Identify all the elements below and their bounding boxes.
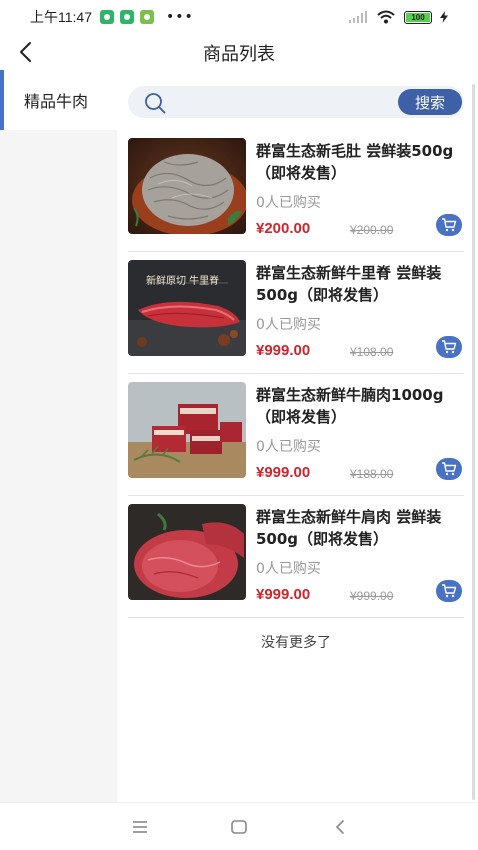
status-bar: 上午11:47 ••• 100 — [0, 0, 478, 34]
add-to-cart-button[interactable] — [436, 336, 462, 358]
battery-icon: 100 — [404, 10, 432, 24]
search-bar: 搜索 — [128, 86, 464, 118]
back-icon[interactable] — [330, 817, 350, 837]
product-original-price: ¥999.00 — [350, 589, 394, 603]
add-to-cart-button[interactable] — [436, 580, 462, 602]
search-icon — [145, 93, 166, 114]
list-end-text: 没有更多了 — [261, 635, 331, 651]
battery-level: 100 — [411, 12, 425, 22]
product-item[interactable]: 群富生态新毛肚 尝鲜装500g（即将发售） 0人已购买 ¥200.00 ¥200… — [128, 130, 464, 252]
active-indicator — [0, 70, 4, 130]
category-sidebar: 精品牛肉 — [0, 70, 117, 802]
product-image-chuck[interactable] — [128, 504, 246, 600]
product-title[interactable]: 群富生态新鲜牛腩肉1000g（即将发售） — [256, 384, 462, 428]
search-input[interactable] — [174, 90, 394, 114]
product-original-price: ¥200.00 — [350, 223, 394, 237]
product-original-price: ¥108.00 — [350, 345, 394, 359]
product-title[interactable]: 群富生态新毛肚 尝鲜装500g（即将发售） — [256, 140, 462, 184]
product-image-tenderloin[interactable]: 新鲜原切 牛里脊 — [128, 260, 246, 356]
notification-app-icon — [120, 10, 134, 24]
cart-icon — [442, 462, 457, 476]
search-button[interactable]: 搜索 — [398, 89, 462, 115]
page-title: 商品列表 — [203, 44, 275, 65]
product-price: ¥200.00 — [256, 220, 311, 237]
notification-app-icon — [100, 10, 114, 24]
product-sold-count: 0人已购买 — [256, 439, 321, 455]
product-title[interactable]: 群富生态新鲜牛里脊 尝鲜装 500g（即将发售） — [256, 262, 462, 306]
sidebar-item-premium-beef[interactable]: 精品牛肉 — [0, 70, 117, 130]
home-icon[interactable] — [229, 817, 249, 837]
signal-icon — [349, 11, 367, 23]
product-image-brisket[interactable] — [128, 382, 246, 478]
wifi-icon — [377, 10, 395, 24]
product-image-caption: 新鲜原切 牛里脊 — [146, 276, 220, 287]
status-time: 上午11:47 — [30, 9, 92, 25]
add-to-cart-button[interactable] — [436, 458, 462, 480]
product-item[interactable]: 群富生态新鲜牛肩肉 尝鲜装 500g（即将发售） 0人已购买 ¥999.00 ¥… — [128, 496, 464, 618]
download-notification-icon — [140, 10, 154, 24]
product-price: ¥999.00 — [256, 464, 311, 481]
product-original-price: ¥188.00 — [350, 467, 394, 481]
product-price: ¥999.00 — [256, 342, 311, 359]
product-sold-count: 0人已购买 — [256, 195, 321, 211]
cart-icon — [442, 584, 457, 598]
scrollbar[interactable] — [472, 84, 475, 800]
cart-icon — [442, 340, 457, 354]
product-item[interactable]: 新鲜原切 牛里脊 群富生态新鲜牛里脊 尝鲜装 500g（即将发售） 0人已购买 … — [128, 252, 464, 374]
product-item[interactable]: 群富生态新鲜牛腩肉1000g（即将发售） 0人已购买 ¥999.00 ¥188.… — [128, 374, 464, 496]
system-navigation-bar — [0, 802, 478, 850]
sidebar-item-label: 精品牛肉 — [24, 92, 89, 111]
product-price: ¥999.00 — [256, 586, 311, 603]
menu-icon[interactable] — [130, 817, 150, 837]
nav-bar: 商品列表 — [0, 34, 478, 70]
product-image-tripe[interactable] — [128, 138, 246, 234]
product-sold-count: 0人已购买 — [256, 561, 321, 577]
more-notifications-icon: ••• — [166, 9, 194, 25]
charging-icon — [440, 11, 448, 23]
product-sold-count: 0人已购买 — [256, 317, 321, 333]
product-title[interactable]: 群富生态新鲜牛肩肉 尝鲜装 500g（即将发售） — [256, 506, 462, 550]
cart-icon — [442, 218, 457, 232]
add-to-cart-button[interactable] — [436, 214, 462, 236]
